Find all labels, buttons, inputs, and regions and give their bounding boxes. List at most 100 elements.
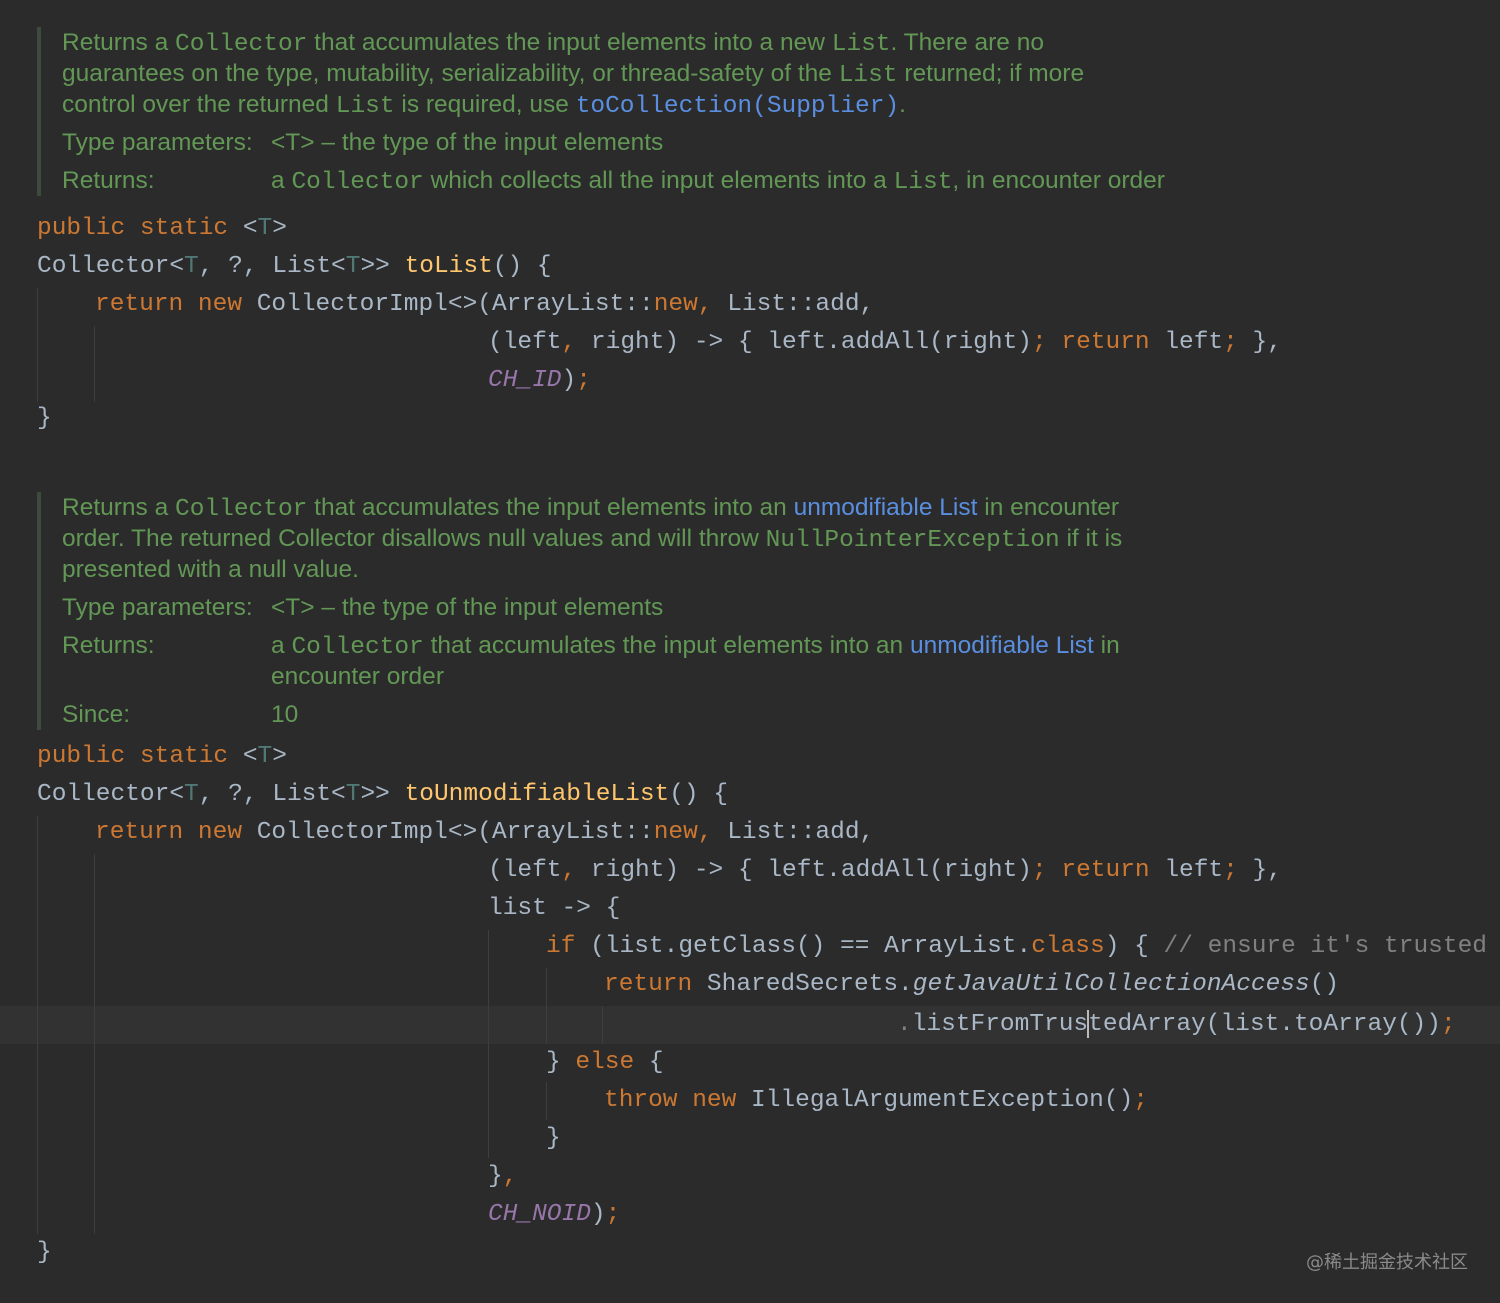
doc-text: guarantees on the type, mutability, seri… — [62, 60, 839, 87]
constant: CH_NOID — [488, 1201, 591, 1228]
doc-returns: Returns: a Collector which collects all t… — [62, 165, 1165, 196]
since-value: 10 — [271, 701, 299, 728]
code-token: < — [242, 743, 258, 770]
code-token: ; — [1223, 857, 1238, 884]
code-line[interactable]: return new CollectorImpl<>(ArrayList::ne… — [95, 814, 874, 852]
doc-text: order. The returned Collector disallows … — [62, 525, 766, 552]
code-token: ; — [1133, 1087, 1148, 1114]
since-label: Since: — [62, 701, 131, 728]
code-token: } — [488, 1163, 503, 1190]
doc-text: returned; if more — [897, 60, 1085, 87]
keyword: return — [604, 971, 693, 998]
doc-code: Collector — [291, 169, 424, 196]
type-param: T — [184, 781, 199, 808]
method-name: toUnmodifiableList — [404, 781, 670, 808]
doc-code: Collector — [291, 634, 424, 661]
code-line[interactable]: return SharedSecrets.getJavaUtilCollecti… — [604, 966, 1339, 1004]
code-token: > — [272, 743, 287, 770]
code-token: (list.getClass() == ArrayList. — [575, 933, 1032, 960]
code-token: List::add, — [712, 291, 875, 318]
code-token: ) — [561, 367, 577, 394]
code-token: } — [546, 1125, 561, 1152]
code-line[interactable]: } else { — [546, 1044, 664, 1082]
code-line[interactable]: Collector<T, ?, List<T>> toList() { — [37, 248, 552, 286]
doc-text: is required, use — [394, 91, 576, 118]
code-line[interactable]: } — [546, 1120, 561, 1158]
code-token: , — [561, 857, 577, 884]
indent-guide — [546, 1082, 547, 1120]
code-token: Collector< — [37, 253, 185, 280]
code-token: () — [1309, 971, 1340, 998]
code-line[interactable]: public static <T> — [37, 738, 287, 776]
code-line[interactable]: return new CollectorImpl<>(ArrayList::ne… — [95, 286, 874, 324]
code-line[interactable]: } — [37, 400, 52, 438]
code-token: < — [242, 215, 258, 242]
code-line[interactable]: (left, right) -> { left.addAll(right); r… — [488, 324, 1282, 362]
code-token: CollectorImpl<>(ArrayList:: — [256, 819, 654, 846]
keyword: new — [653, 819, 698, 846]
doc-type-params: Type parameters: <T> – the type of the in… — [62, 592, 1122, 623]
doc-returns-cont: encounter order — [62, 661, 1122, 692]
unmodifiable-list-link[interactable]: unmodifiable List — [910, 632, 1094, 659]
doc-line: presented with a null value. — [62, 556, 359, 583]
unmodifiable-list-link[interactable]: unmodifiable List — [794, 494, 978, 521]
code-token: () { — [669, 781, 729, 808]
code-line[interactable]: Collector<T, ?, List<T>> toUnmodifiableL… — [37, 776, 728, 814]
code-line[interactable]: throw new IllegalArgumentException(); — [604, 1082, 1148, 1120]
returns-value: encounter order — [271, 663, 444, 690]
keyword: new — [197, 819, 243, 846]
type-param: T — [345, 253, 361, 280]
code-line[interactable]: } — [37, 1234, 52, 1272]
code-token: } — [546, 1049, 576, 1076]
keyword: public — [37, 743, 126, 770]
doc-text: a — [271, 167, 292, 194]
code-token: , — [697, 291, 713, 318]
doc-text: . — [899, 91, 906, 118]
code-token: (list.toArray()) — [1205, 1011, 1442, 1038]
doc-line: Returns a Collector that accumulates the… — [62, 27, 1165, 58]
doc-text: Returns a — [62, 29, 176, 56]
doc-text: , in encounter order — [952, 167, 1165, 194]
code-token: ; — [1032, 329, 1047, 356]
code-token: } — [37, 1239, 52, 1266]
doc-text: in encounter — [977, 494, 1120, 521]
type-param: T — [257, 215, 273, 242]
code-line[interactable]: (left, right) -> { left.addAll(right); r… — [488, 852, 1282, 890]
doc-text: a — [271, 632, 292, 659]
code-line[interactable]: }, — [488, 1158, 517, 1196]
type-params-label: Type parameters: — [62, 594, 253, 621]
doc-code: Collector — [175, 496, 308, 523]
code-line-current[interactable]: .listFromTrustedArray(list.toArray()); — [897, 1006, 1456, 1044]
doc-text: that accumulates the input elements into… — [307, 29, 832, 56]
code-token: (left — [488, 329, 562, 356]
method-name: toList — [404, 253, 493, 280]
code-line[interactable]: CH_NOID); — [488, 1196, 620, 1234]
code-line[interactable]: public static <T> — [37, 210, 287, 248]
code-token: listFromTrus — [911, 1011, 1089, 1038]
code-token: ; — [605, 1201, 621, 1228]
code-token: >> — [360, 781, 405, 808]
code-token: Collector< — [37, 781, 185, 808]
constant: CH_ID — [488, 367, 562, 394]
indent-guide — [94, 854, 95, 1234]
keyword: new — [653, 291, 698, 318]
doc-code: List — [335, 93, 395, 120]
indent-guide — [37, 288, 38, 402]
doc-since: Since: 10 — [62, 699, 1122, 730]
code-line[interactable]: CH_ID); — [488, 362, 591, 400]
keyword: return — [1061, 857, 1150, 884]
returns-value: a Collector that accumulates the input e… — [271, 630, 1120, 661]
code-line[interactable]: if (list.getClass() == ArrayList.class) … — [546, 928, 1487, 966]
doc-text: control over the returned — [62, 91, 336, 118]
code-token: (left — [488, 857, 562, 884]
code-line[interactable]: list -> { — [488, 890, 620, 928]
doc-text: that accumulates the input elements into… — [307, 494, 794, 521]
javadoc-tounmodifiablelist: Returns a Collector that accumulates the… — [37, 492, 1122, 730]
doc-code: List — [838, 62, 898, 89]
doc-text: which collects all the input elements in… — [423, 167, 894, 194]
keyword: static — [139, 215, 229, 242]
code-token: IllegalArgumentException() — [736, 1087, 1134, 1114]
tocollection-link[interactable]: toCollection(Supplier) — [576, 93, 899, 120]
indent-guide — [37, 816, 38, 1234]
type-params-label: Type parameters: — [62, 129, 253, 156]
